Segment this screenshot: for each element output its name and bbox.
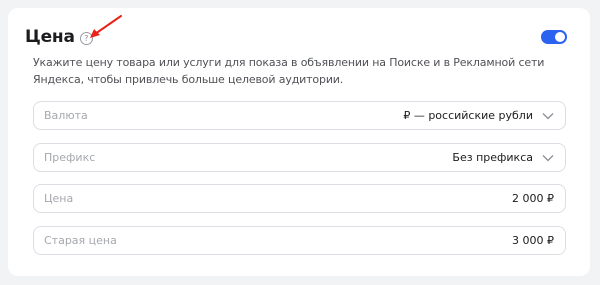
old-price-value: 3 000 ₽ <box>512 234 554 247</box>
chevron-down-icon <box>542 154 554 161</box>
old-price-label: Старая цена <box>44 234 117 247</box>
section-description: Укажите цену товара или услуги для показ… <box>33 56 545 86</box>
currency-value-wrapper: ₽ — российские рубли <box>403 102 554 129</box>
price-input[interactable]: Цена 2 000 ₽ <box>33 184 566 213</box>
chevron-down-icon <box>542 112 554 119</box>
price-value: 2 000 ₽ <box>512 192 554 205</box>
prefix-label: Префикс <box>44 151 96 164</box>
section-title: Цена <box>25 27 75 47</box>
currency-value: ₽ — российские рубли <box>403 109 533 122</box>
currency-select[interactable]: Валюта ₽ — российские рубли <box>33 101 566 130</box>
prefix-value: Без префикса <box>452 151 533 164</box>
section-header: Цена ? <box>25 27 93 47</box>
currency-label: Валюта <box>44 109 88 122</box>
price-toggle[interactable] <box>541 30 567 44</box>
annotation-arrow-icon <box>90 15 122 38</box>
toggle-knob <box>555 32 565 42</box>
prefix-value-wrapper: Без префикса <box>452 144 554 171</box>
old-price-input[interactable]: Старая цена 3 000 ₽ <box>33 226 566 255</box>
price-label: Цена <box>44 192 74 205</box>
prefix-select[interactable]: Префикс Без префикса <box>33 143 566 172</box>
